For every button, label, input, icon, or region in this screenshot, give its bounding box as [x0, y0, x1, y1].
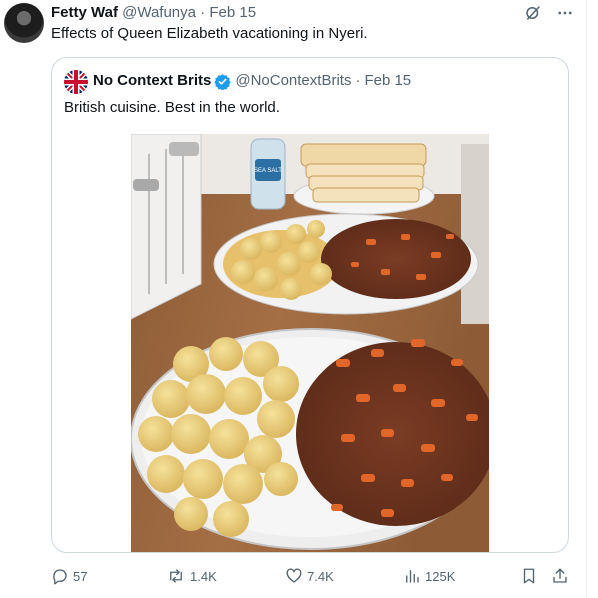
quote-author-name[interactable]: No Context Brits: [93, 72, 211, 90]
author-name[interactable]: Fetty Waf: [51, 4, 118, 21]
salt-jar-label: SEA SALT: [254, 168, 282, 174]
verified-badge-icon: [214, 73, 232, 90]
tweet-text: Effects of Queen Elizabeth vacationing i…: [51, 25, 368, 42]
like-button[interactable]: 7.4K: [285, 562, 334, 590]
share-icon: [551, 567, 569, 585]
quote-date[interactable]: Feb 15: [364, 72, 411, 90]
tweet-header: Fetty Waf @Wafunya · Feb 15: [51, 4, 256, 22]
quote-tweet-card[interactable]: No Context Brits @NoContextBrits · Feb 1…: [51, 57, 569, 553]
reply-icon: [51, 567, 69, 585]
heart-icon: [285, 567, 303, 585]
grok-icon[interactable]: [522, 2, 544, 24]
views-chart-icon: [403, 567, 421, 585]
views-button[interactable]: 125K: [403, 562, 455, 590]
quote-avatar[interactable]: [64, 70, 88, 94]
views-count: 125K: [425, 568, 456, 584]
reply-button[interactable]: 57: [51, 562, 87, 590]
quote-photo[interactable]: SEA SALT: [130, 133, 496, 552]
author-handle[interactable]: @Wafunya: [122, 4, 196, 21]
repost-button[interactable]: 1.4K: [166, 562, 217, 590]
food-photo-image: SEA SALT: [130, 133, 496, 552]
timeline-border: [586, 0, 587, 598]
repost-count: 1.4K: [190, 568, 217, 584]
more-icon[interactable]: [554, 2, 576, 24]
like-count: 7.4K: [307, 568, 334, 584]
bookmark-button[interactable]: [520, 562, 538, 590]
share-button[interactable]: [551, 562, 569, 590]
header-separator: ·: [200, 4, 206, 21]
reply-count: 57: [73, 568, 88, 584]
union-jack-icon: [64, 70, 88, 94]
tweet-action-bar: 57 1.4K 7.4K 125K: [51, 562, 575, 590]
repost-icon: [166, 567, 186, 585]
quote-text: British cuisine. Best in the world.: [64, 99, 280, 116]
tweet-top-actions: [522, 2, 576, 24]
avatar[interactable]: [4, 3, 44, 43]
quote-author-handle[interactable]: @NoContextBrits: [235, 72, 351, 90]
quote-header: No Context Brits @NoContextBrits · Feb 1…: [93, 72, 411, 90]
bookmark-icon: [520, 567, 538, 585]
tweet-date[interactable]: Feb 15: [209, 4, 256, 21]
quote-separator: ·: [355, 72, 361, 89]
